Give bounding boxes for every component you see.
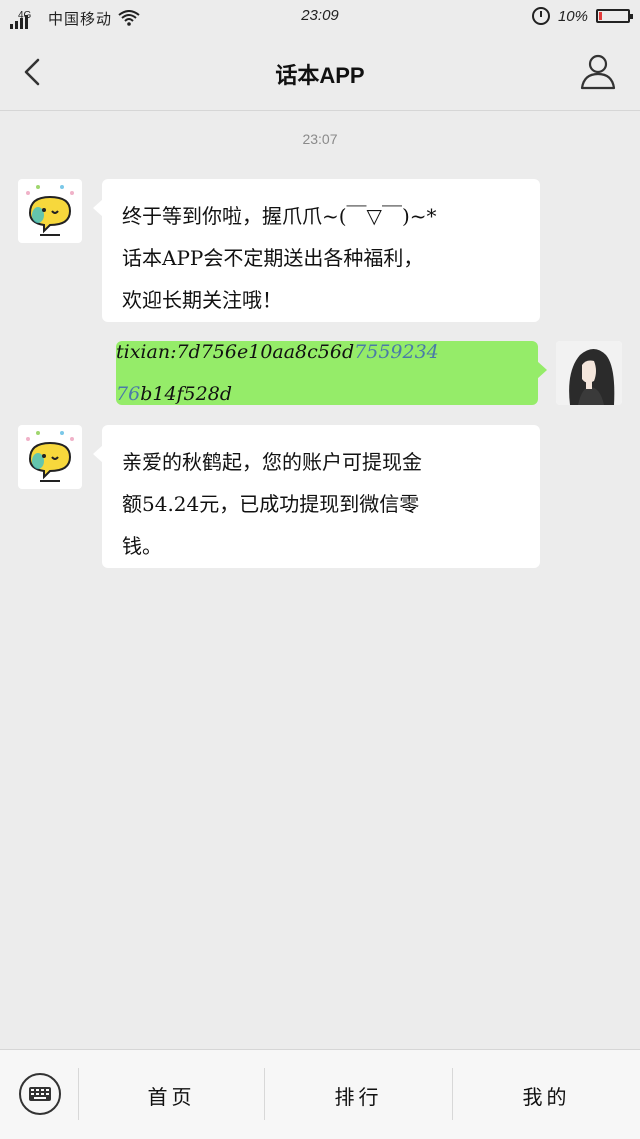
incoming-message[interactable]: 亲爱的秋鹤起，您的账户可提现金 额54.24元，已成功提现到微信零 钱。 — [93, 425, 540, 568]
message-text-start: tixian:7d756e10aa8c56d — [116, 341, 355, 363]
chat-area[interactable]: 23:07 终于等到你啦，握爪爪~(￣▽￣)~* 话本APP会不定期送出各种福利… — [0, 111, 640, 1049]
bot-avatar[interactable] — [18, 179, 82, 243]
message-line: 亲爱的秋鹤起，您的账户可提现金 — [122, 450, 422, 474]
battery-icon — [596, 9, 633, 23]
message-text-end: b14f528d — [140, 383, 232, 405]
message-line: 话本APP会不定期送出各种福利， — [122, 246, 424, 270]
chat-bubble-logo-icon — [26, 185, 74, 236]
alarm-icon — [531, 7, 550, 25]
status-right: 10% — [531, 7, 633, 25]
profile-button[interactable] — [576, 50, 620, 94]
page-title: 话本APP — [275, 63, 365, 88]
status-bar: 4G 中国移动 23:09 10% — [0, 0, 640, 34]
menu-item-home[interactable]: 首页 — [79, 1068, 264, 1122]
menu-item-ranking[interactable]: 排行 — [265, 1068, 452, 1122]
message-line: 钱。 — [122, 534, 162, 558]
message-line: 终于等到你啦，握爪爪~(￣▽￣)~* — [122, 204, 437, 228]
incoming-message[interactable]: 终于等到你啦，握爪爪~(￣▽￣)~* 话本APP会不定期送出各种福利， 欢迎长期… — [93, 179, 540, 322]
message-text: tixian:7d756e10aa8c56d7559234 76b14f528d — [116, 331, 538, 415]
chat-timestamp: 23:07 — [302, 131, 338, 147]
message-line: 额54.24元，已成功提现到微信零 — [122, 492, 420, 516]
outgoing-message[interactable]: tixian:7d756e10aa8c56d7559234 76b14f528d — [116, 341, 547, 405]
battery-percent: 10% — [557, 7, 588, 25]
bottom-menu-bar: 首页 排行 我的 — [0, 1049, 640, 1139]
girl-portrait-icon — [556, 341, 622, 405]
bot-avatar[interactable] — [18, 425, 82, 489]
chat-bubble-logo-icon — [26, 431, 74, 482]
keyboard-icon[interactable] — [18, 1072, 62, 1116]
message-line: 欢迎长期关注哦！ — [122, 288, 282, 312]
user-avatar[interactable] — [556, 341, 622, 405]
menu-item-mine[interactable]: 我的 — [453, 1068, 640, 1122]
nav-bar: 话本APP — [0, 34, 640, 111]
